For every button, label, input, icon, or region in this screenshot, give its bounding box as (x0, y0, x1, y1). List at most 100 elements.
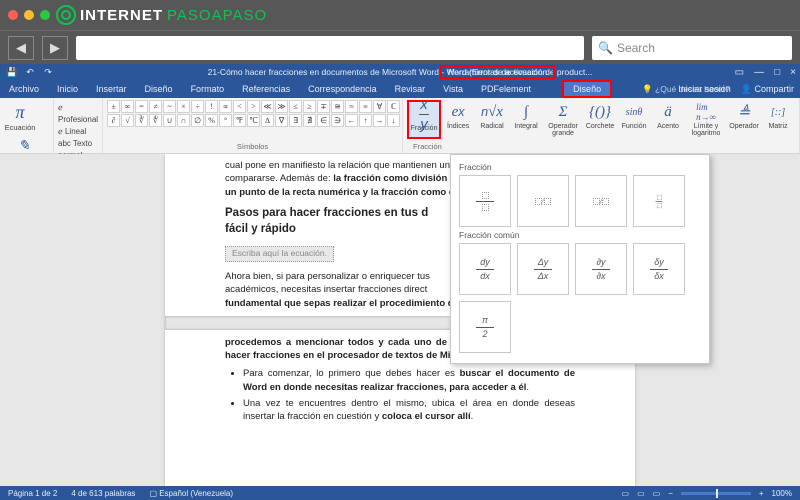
close-icon[interactable]: × (790, 67, 796, 78)
radical-button[interactable]: n√xRadical (475, 100, 509, 139)
fraction-linear[interactable]: / (575, 175, 627, 227)
symbol-cell[interactable]: ∆ (261, 114, 274, 127)
operator-button[interactable]: ≜Operador (727, 100, 761, 139)
symbol-cell[interactable]: < (233, 100, 246, 113)
url-bar[interactable] (76, 36, 584, 60)
view-read-icon[interactable]: ▭ (622, 489, 630, 498)
symbol-cell[interactable]: ↓ (387, 114, 400, 127)
symbol-cell[interactable]: ∝ (219, 100, 232, 113)
function-button[interactable]: sinθFunción (617, 100, 651, 139)
fraction-common[interactable]: ∂y∂x (575, 243, 627, 295)
symbol-cell[interactable]: ! (205, 100, 218, 113)
equation-tools-contextual-tab[interactable]: Herramientas de ecuación (440, 65, 555, 79)
redo-icon[interactable]: ↷ (42, 66, 54, 78)
tab-vista[interactable]: Vista (434, 80, 472, 98)
zoom-slider[interactable] (681, 492, 751, 495)
symbol-cell[interactable]: % (205, 114, 218, 127)
undo-icon[interactable]: ↶ (24, 66, 36, 78)
zoom-out-icon[interactable]: − (668, 489, 673, 498)
symbol-cell[interactable]: ≡ (359, 100, 372, 113)
symbol-cell[interactable]: ∪ (163, 114, 176, 127)
symbol-cell[interactable]: ≅ (331, 100, 344, 113)
symbol-cell[interactable]: ℃ (247, 114, 260, 127)
symbol-cell[interactable]: ÷ (191, 100, 204, 113)
symbol-cell[interactable]: ≤ (289, 100, 302, 113)
script-button[interactable]: exÍndices (441, 100, 475, 139)
status-language[interactable]: ▢ Español (Venezuela) (149, 489, 233, 498)
symbol-cell[interactable]: ∜ (149, 114, 162, 127)
symbol-cell[interactable]: ≈ (345, 100, 358, 113)
tab-design-equation[interactable]: Diseño (562, 80, 612, 98)
fraction-small[interactable] (633, 175, 685, 227)
fraction-skewed[interactable]: ⁄ (517, 175, 569, 227)
maximize-dot[interactable] (40, 10, 50, 20)
integral-button[interactable]: ∫Integral (509, 100, 543, 139)
symbol-cell[interactable]: ∋ (331, 114, 344, 127)
symbol-cell[interactable]: ↑ (359, 114, 372, 127)
symbol-cell[interactable]: ℉ (233, 114, 246, 127)
tab-archivo[interactable]: Archivo (0, 80, 48, 98)
symbol-cell[interactable]: ∄ (303, 114, 316, 127)
professional-button[interactable]: ℯ Profesional (58, 102, 98, 126)
symbol-cell[interactable]: ≥ (303, 100, 316, 113)
symbol-cell[interactable]: → (373, 114, 386, 127)
symbol-cell[interactable]: ∅ (191, 114, 204, 127)
symbol-cell[interactable]: ∞ (121, 100, 134, 113)
symbol-cell[interactable]: ° (219, 114, 232, 127)
tab-insertar[interactable]: Insertar (87, 80, 136, 98)
symbol-cell[interactable]: > (247, 100, 260, 113)
symbol-cell[interactable]: ≫ (275, 100, 288, 113)
symbol-cell[interactable]: ≠ (149, 100, 162, 113)
large-operator-button[interactable]: ΣOperador grande (543, 100, 583, 139)
fraction-stacked[interactable] (459, 175, 511, 227)
symbol-cell[interactable]: ← (345, 114, 358, 127)
symbol-cell[interactable]: ≪ (261, 100, 274, 113)
symbol-cell[interactable]: × (177, 100, 190, 113)
save-icon[interactable]: 💾 (6, 66, 18, 78)
matrix-button[interactable]: [::]Matriz (761, 100, 795, 139)
close-dot[interactable] (8, 10, 18, 20)
tab-diseno[interactable]: Diseño (136, 80, 182, 98)
symbol-cell[interactable]: ∛ (135, 114, 148, 127)
nav-back-button[interactable]: ◀ (8, 36, 34, 60)
tab-pdfelement[interactable]: PDFelement (472, 80, 540, 98)
maximize-icon[interactable]: □ (774, 67, 780, 78)
minimize-icon[interactable]: — (754, 67, 764, 78)
status-page[interactable]: Página 1 de 2 (8, 489, 57, 498)
fraction-common[interactable]: π2 (459, 301, 511, 353)
fraction-common[interactable]: ΔyΔx (517, 243, 569, 295)
view-web-icon[interactable]: ▭ (653, 489, 661, 498)
tab-correspondencia[interactable]: Correspondencia (299, 80, 386, 98)
status-word-count[interactable]: 4 de 613 palabras (71, 489, 135, 498)
fraction-common[interactable]: dydx (459, 243, 511, 295)
tab-inicio[interactable]: Inicio (48, 80, 87, 98)
symbol-cell[interactable]: ∩ (177, 114, 190, 127)
symbol-cell[interactable]: ∇ (275, 114, 288, 127)
tab-referencias[interactable]: Referencias (233, 80, 299, 98)
symbol-cell[interactable]: ∃ (289, 114, 302, 127)
ribbon-options-icon[interactable]: ▭ (735, 67, 744, 78)
bracket-button[interactable]: {()}Corchete (583, 100, 617, 139)
signin-link[interactable]: Iniciar sesión (678, 84, 731, 94)
symbol-cell[interactable]: √ (121, 114, 134, 127)
zoom-level[interactable]: 100% (772, 489, 792, 498)
share-button[interactable]: 👤 Compartir (741, 84, 794, 95)
view-print-icon[interactable]: ▭ (637, 489, 645, 498)
tab-revisar[interactable]: Revisar (386, 80, 435, 98)
symbol-cell[interactable]: ℂ (387, 100, 400, 113)
symbol-cell[interactable]: ∀ (373, 100, 386, 113)
zoom-in-icon[interactable]: + (759, 489, 764, 498)
nav-forward-button[interactable]: ▶ (42, 36, 68, 60)
tab-formato[interactable]: Formato (182, 80, 234, 98)
symbol-cell[interactable]: ∂ (107, 114, 120, 127)
accent-button[interactable]: äAcento (651, 100, 685, 139)
minimize-dot[interactable] (24, 10, 34, 20)
symbol-cell[interactable]: ∓ (317, 100, 330, 113)
symbol-cell[interactable]: ~ (163, 100, 176, 113)
symbol-cell[interactable]: = (135, 100, 148, 113)
equation-placeholder[interactable]: Escriba aquí la ecuación. (225, 246, 334, 262)
symbol-cell[interactable]: ± (107, 100, 120, 113)
linear-button[interactable]: ℯ Lineal (58, 126, 98, 138)
symbol-cell[interactable]: ∈ (317, 114, 330, 127)
fraction-button[interactable]: xyFracción (407, 100, 441, 139)
